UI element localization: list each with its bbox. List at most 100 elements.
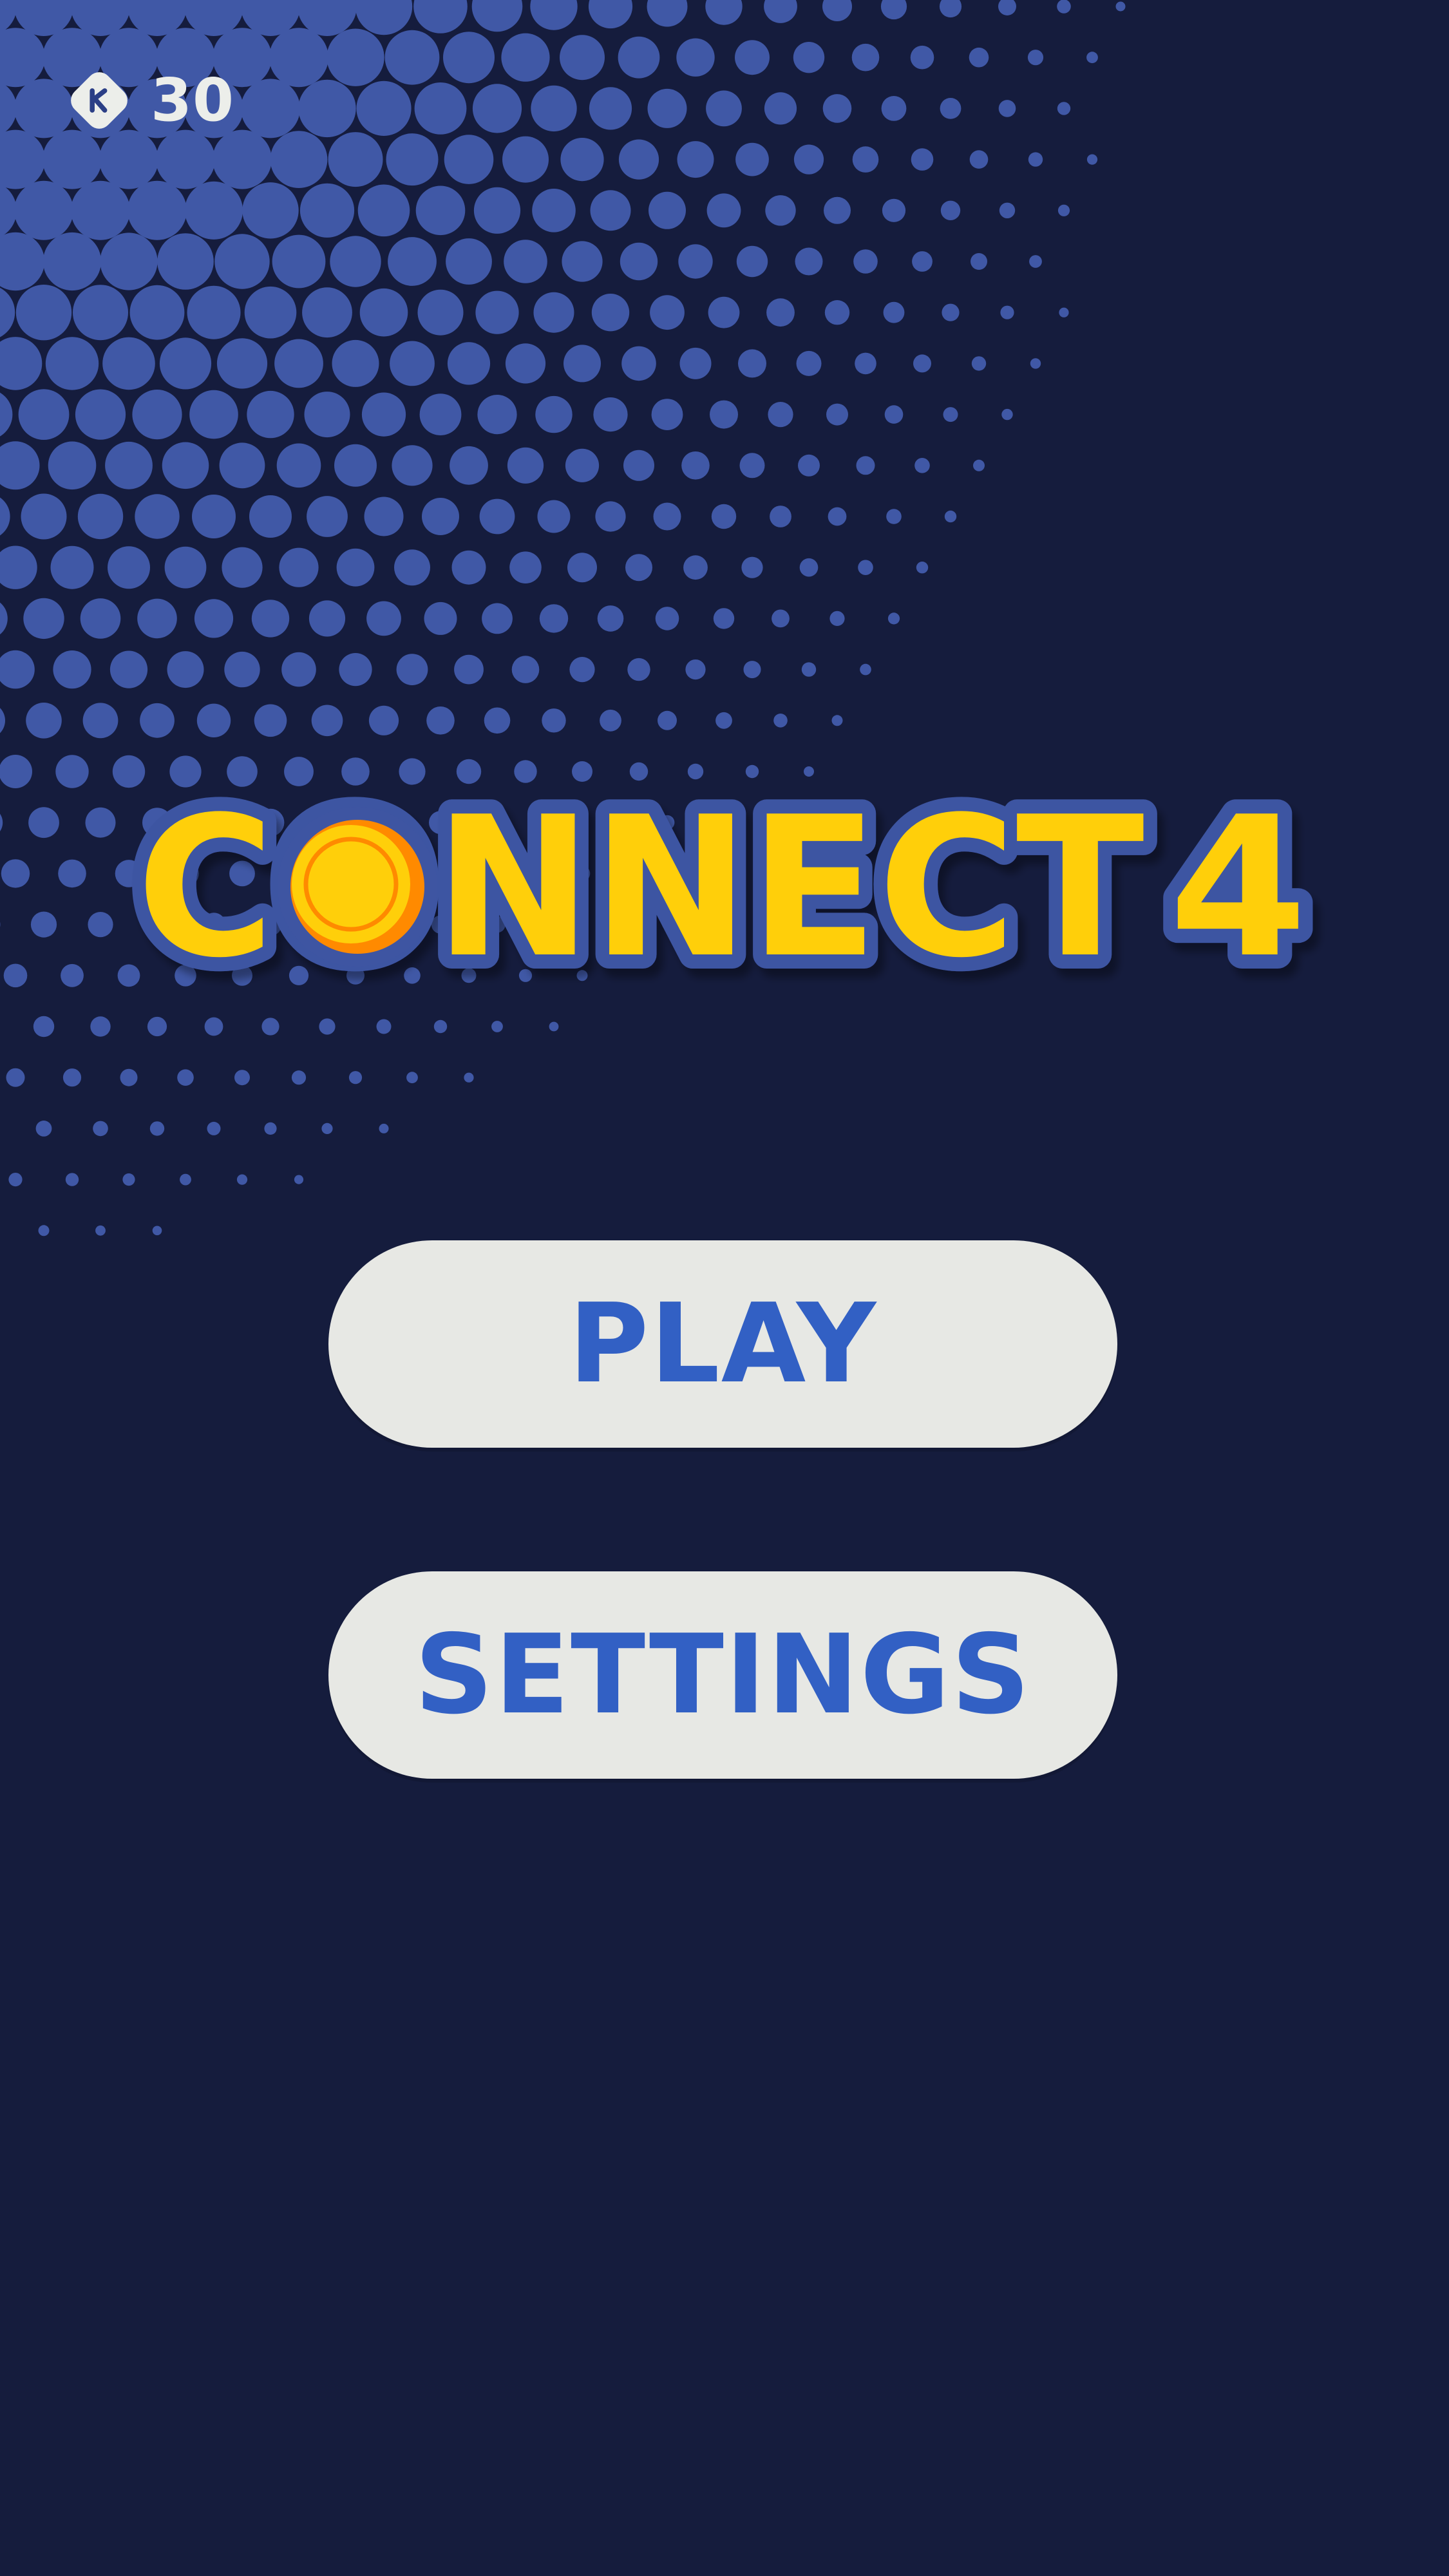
halftone-dot	[472, 84, 522, 133]
halftone-dot	[822, 94, 852, 123]
halftone-dot	[826, 403, 848, 426]
halftone-dot	[1086, 154, 1098, 165]
halftone-dot	[655, 607, 679, 630]
halftone-dot	[600, 709, 621, 732]
halftone-dot	[887, 612, 900, 625]
halftone-dot	[562, 241, 603, 282]
halftone-dot	[366, 601, 401, 636]
halftone-dot	[8, 1173, 23, 1187]
halftone-dot	[454, 654, 484, 685]
halftone-dot	[132, 390, 182, 440]
halftone-dot	[368, 705, 399, 735]
halftone-dot	[450, 446, 488, 485]
game-title-logo: CONNECT 4 CONNECT 4	[122, 761, 1321, 1014]
halftone-dot	[595, 501, 626, 532]
halftone-dot	[796, 350, 822, 376]
halftone-dot	[564, 345, 601, 383]
halftone-dot	[21, 493, 67, 540]
halftone-dot	[1086, 52, 1098, 64]
halftone-dot	[998, 0, 1016, 15]
halftone-dot	[164, 546, 207, 589]
halftone-dot	[502, 136, 549, 183]
halftone-dot	[711, 504, 737, 529]
halftone-dot	[109, 650, 148, 688]
halftone-dot	[43, 232, 102, 291]
halftone-dot	[93, 1121, 108, 1137]
halftone-dot	[444, 135, 494, 184]
halftone-dot	[477, 395, 517, 435]
halftone-dot	[824, 196, 851, 224]
halftone-dot	[311, 705, 343, 737]
halftone-dot	[433, 1019, 448, 1034]
halftone-dot	[482, 603, 513, 634]
halftone-dot	[332, 339, 379, 387]
halftone-dot	[140, 703, 175, 738]
halftone-dot	[851, 43, 880, 71]
halftone-dot	[348, 1071, 363, 1084]
halftone-dot	[33, 1016, 55, 1037]
halftone-dot	[766, 298, 795, 327]
halftone-dot	[219, 442, 265, 489]
halftone-dot	[80, 598, 121, 639]
halftone-dot	[128, 180, 187, 240]
coin-count: 30	[151, 66, 235, 135]
halftone-dot	[152, 1226, 162, 1236]
halftone-dot	[685, 659, 706, 680]
halftone-dot	[625, 554, 652, 582]
halftone-dot	[6, 1068, 25, 1087]
halftone-dot	[50, 545, 94, 589]
main-menu-screen: 30 CONNECT 4 CONNECT 4 PLAY SETTINGS	[0, 0, 1449, 2576]
halftone-dot	[533, 292, 574, 333]
halftone-dot	[308, 600, 346, 637]
halftone-dot	[261, 1018, 279, 1036]
halftone-dot	[90, 1016, 111, 1037]
halftone-dot	[334, 444, 377, 487]
title-number: 4	[1169, 775, 1307, 1000]
halftone-dot	[530, 0, 578, 30]
halftone-dot	[356, 80, 412, 136]
halftone-dot	[192, 495, 236, 538]
halftone-dot	[446, 238, 492, 285]
halftone-dot	[799, 558, 819, 577]
halftone-dot	[214, 234, 270, 289]
halftone-dot	[135, 494, 180, 539]
halftone-dot	[829, 611, 845, 627]
halftone-dot	[971, 356, 987, 371]
halftone-dot	[511, 656, 540, 683]
halftone-dot	[565, 448, 600, 482]
halftone-dot	[1027, 50, 1044, 66]
halftone-dot	[765, 195, 796, 226]
halftone-dot	[302, 287, 352, 338]
halftone-dot	[279, 547, 319, 587]
halftone-dot	[207, 1121, 221, 1135]
halftone-dot	[424, 601, 457, 635]
settings-button[interactable]: SETTINGS	[328, 1571, 1117, 1779]
halftone-dot	[336, 548, 375, 587]
halftone-dot	[484, 707, 511, 734]
halftone-dot	[147, 1016, 167, 1037]
halftone-dot	[388, 237, 437, 286]
halftone-dot	[392, 445, 433, 486]
halftone-dot	[376, 1019, 392, 1034]
halftone-dot	[999, 202, 1016, 218]
play-button[interactable]: PLAY	[328, 1240, 1117, 1448]
halftone-dot	[0, 708, 5, 734]
halftone-dot	[62, 1068, 82, 1087]
halftone-dot	[971, 253, 987, 270]
halftone-dot	[715, 712, 732, 729]
halftone-dot	[196, 703, 231, 738]
halftone-dot	[204, 1017, 223, 1036]
halftone-dot	[589, 87, 632, 130]
halftone-dot	[647, 88, 687, 128]
halftone-dot	[706, 90, 742, 127]
halftone-dot	[390, 341, 435, 386]
halftone-dot	[940, 200, 961, 220]
halftone-dot	[509, 551, 542, 583]
halftone-dot	[0, 392, 13, 437]
halftone-dot	[764, 0, 797, 23]
halftone-dot	[507, 447, 544, 484]
halftone-dot	[793, 144, 824, 175]
halftone-dot	[855, 352, 876, 375]
halftone-dot	[236, 1174, 248, 1185]
halftone-dot	[706, 193, 741, 228]
